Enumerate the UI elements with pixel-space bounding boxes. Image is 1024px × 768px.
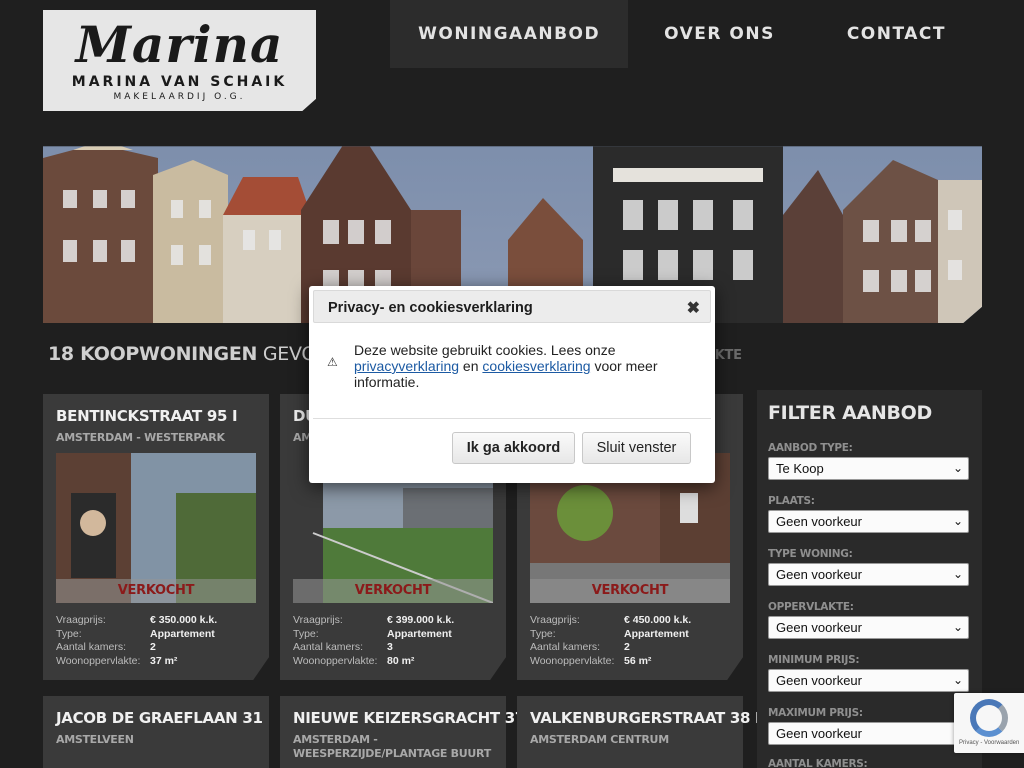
close-icon[interactable]: ✖	[687, 298, 700, 318]
warning-icon: ⚠	[327, 355, 338, 369]
privacy-link[interactable]: privacyverklaring	[354, 358, 459, 374]
cookies-link[interactable]: cookiesverklaring	[482, 358, 590, 374]
dialog-title: Privacy- en cookiesverklaring	[328, 300, 533, 316]
close-window-button[interactable]: Sluit venster	[582, 432, 691, 464]
recaptcha-icon	[970, 699, 1008, 737]
recaptcha-text[interactable]: Privacy - Voorwaarden	[959, 740, 1019, 746]
recaptcha-badge[interactable]: Privacy - Voorwaarden	[954, 693, 1024, 753]
accept-button[interactable]: Ik ga akkoord	[452, 432, 575, 464]
cookie-dialog: Privacy- en cookiesverklaring ✖ ⚠ Deze w…	[309, 286, 715, 483]
dialog-message: Deze website gebruikt cookies. Lees onze…	[354, 342, 658, 390]
dialog-header: Privacy- en cookiesverklaring ✖	[313, 290, 711, 323]
dialog-divider	[313, 418, 711, 419]
